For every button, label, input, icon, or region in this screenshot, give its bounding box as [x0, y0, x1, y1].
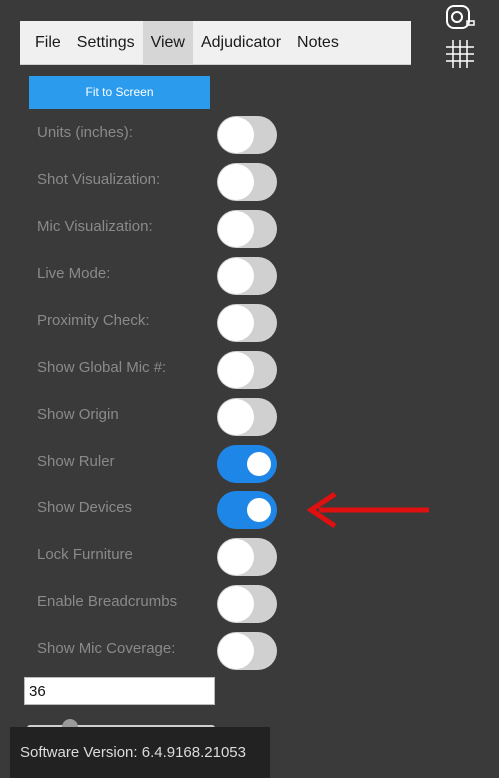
- menu-settings[interactable]: Settings: [69, 21, 143, 65]
- show-devices-toggle[interactable]: [217, 491, 277, 529]
- toggle-knob: [218, 633, 254, 669]
- red-arrow-annotation: [306, 491, 429, 529]
- setting-label: Live Mode:: [37, 265, 111, 282]
- show-origin-toggle[interactable]: [217, 398, 277, 436]
- units-toggle[interactable]: [217, 116, 277, 154]
- toggle-knob: [218, 352, 254, 388]
- setting-row-lock-furniture: Lock Furniture: [37, 538, 287, 578]
- setting-label: Show Devices: [37, 499, 133, 516]
- show-ruler-toggle[interactable]: [217, 445, 277, 483]
- show-global-mic-toggle[interactable]: [217, 351, 277, 389]
- setting-label: Mic Visualization:: [37, 218, 153, 235]
- toggle-knob: [218, 399, 254, 435]
- live-mode-toggle[interactable]: [217, 257, 277, 295]
- menu-adjudicator[interactable]: Adjudicator: [193, 21, 289, 65]
- mic-visualization-toggle[interactable]: [217, 210, 277, 248]
- setting-row-show-global-mic: Show Global Mic #:: [37, 351, 287, 391]
- setting-label: Units (inches):: [37, 124, 133, 141]
- setting-row-show-mic-coverage: Show Mic Coverage:: [37, 632, 287, 672]
- toggle-knob: [218, 305, 254, 341]
- setting-label: Enable Breadcrumbs: [37, 593, 178, 610]
- show-mic-coverage-toggle[interactable]: [217, 632, 277, 670]
- setting-label: Lock Furniture: [37, 546, 133, 563]
- setting-label: Show Origin: [37, 406, 119, 423]
- setting-row-show-ruler: Show Ruler: [37, 445, 287, 485]
- toggle-knob: [247, 498, 271, 522]
- proximity-check-toggle[interactable]: [217, 304, 277, 342]
- toggle-knob: [218, 164, 254, 200]
- menu-bar: File Settings View Adjudicator Notes: [20, 20, 411, 65]
- toggle-knob: [218, 211, 254, 247]
- setting-row-shot-visualization: Shot Visualization:: [37, 163, 287, 203]
- setting-row-enable-breadcrumbs: Enable Breadcrumbs: [37, 585, 287, 625]
- coverage-value-input[interactable]: [24, 677, 215, 705]
- view-settings-panel: File Settings View Adjudicator Notes Fit…: [0, 0, 499, 778]
- shot-visualization-toggle[interactable]: [217, 163, 277, 201]
- menu-view[interactable]: View: [142, 20, 193, 65]
- tape-measure-icon[interactable]: [445, 4, 475, 34]
- lock-furniture-toggle[interactable]: [217, 538, 277, 576]
- setting-row-mic-visualization: Mic Visualization:: [37, 210, 287, 250]
- setting-row-units: Units (inches):: [37, 116, 287, 156]
- setting-row-show-devices: Show Devices: [37, 491, 287, 531]
- toggle-knob: [218, 586, 254, 622]
- setting-label: Show Ruler: [37, 453, 115, 470]
- setting-label: Show Mic Coverage:: [37, 640, 176, 657]
- toggle-knob: [247, 452, 271, 476]
- setting-row-show-origin: Show Origin: [37, 398, 287, 438]
- menu-notes[interactable]: Notes: [289, 21, 347, 65]
- setting-label: Shot Visualization:: [37, 171, 161, 188]
- toggle-knob: [218, 258, 254, 294]
- setting-label: Proximity Check:: [37, 312, 150, 329]
- fit-to-screen-button[interactable]: Fit to Screen: [29, 76, 210, 109]
- enable-breadcrumbs-toggle[interactable]: [217, 585, 277, 623]
- toggle-knob: [218, 117, 254, 153]
- grid-icon[interactable]: [446, 40, 474, 68]
- menu-file[interactable]: File: [27, 21, 69, 65]
- toggle-knob: [218, 539, 254, 575]
- setting-label: Show Global Mic #:: [37, 359, 167, 376]
- software-version: Software Version: 6.4.9168.21053: [10, 727, 270, 778]
- setting-row-proximity-check: Proximity Check:: [37, 304, 287, 344]
- setting-row-live-mode: Live Mode:: [37, 257, 287, 297]
